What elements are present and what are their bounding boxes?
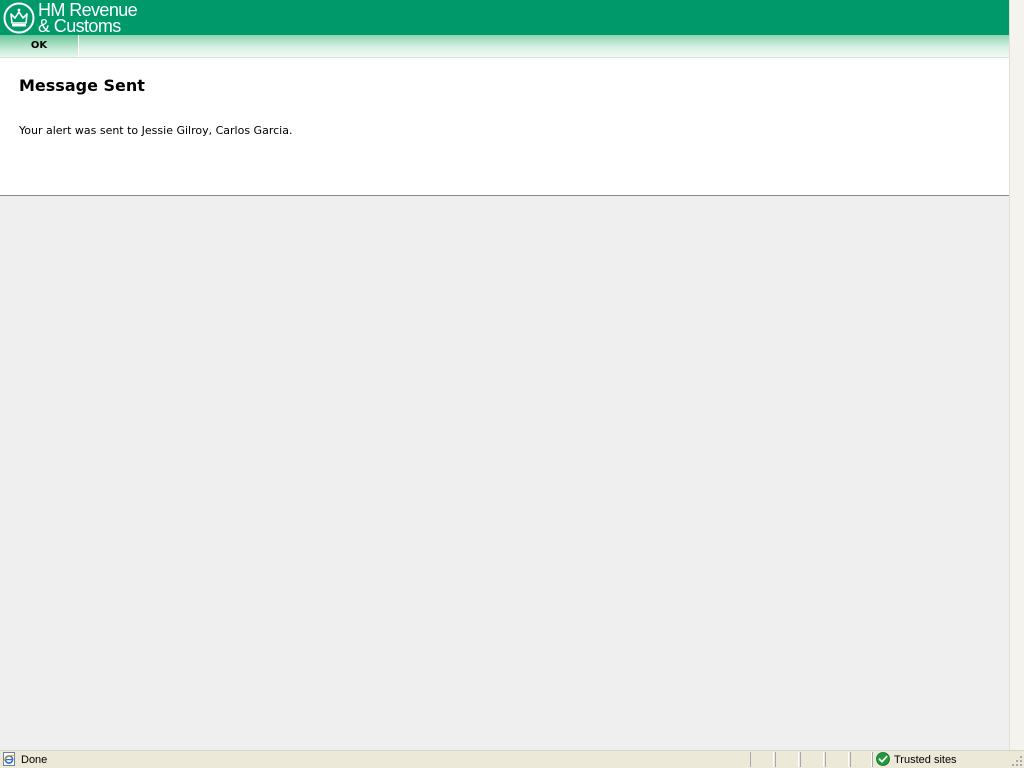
status-pane-5 <box>850 752 872 767</box>
status-bar: Done Trusted sites <box>0 750 1024 768</box>
action-toolbar: OK <box>0 35 1009 58</box>
status-text: Done <box>21 754 48 766</box>
logo-line-2: & Customs <box>38 15 121 36</box>
browser-viewport: HM Revenue & Customs OK Message Sent You… <box>0 0 1009 750</box>
security-zone[interactable]: Trusted sites <box>872 752 1010 767</box>
header-banner: HM Revenue & Customs <box>0 0 1009 35</box>
trusted-check-icon <box>876 752 890 766</box>
message-panel: Message Sent Your alert was sent to Jess… <box>0 58 1009 196</box>
status-pane-1 <box>750 752 774 767</box>
ok-button[interactable]: OK <box>0 35 79 57</box>
status-pane-3 <box>800 752 824 767</box>
confirmation-message: Your alert was sent to Jessie Gilroy, Ca… <box>19 124 293 137</box>
status-pane-2 <box>775 752 799 767</box>
page-title: Message Sent <box>19 76 145 95</box>
crown-emblem-icon <box>3 2 35 33</box>
status-pane-4 <box>825 752 849 767</box>
security-zone-label: Trusted sites <box>894 754 957 766</box>
resize-grip-icon[interactable] <box>1011 755 1023 767</box>
hmrc-logo: HM Revenue & Customs <box>3 1 138 36</box>
vertical-scrollbar[interactable] <box>1009 0 1024 750</box>
logo-wordmark: HM Revenue & Customs <box>38 1 138 36</box>
ie-page-icon <box>2 752 16 766</box>
